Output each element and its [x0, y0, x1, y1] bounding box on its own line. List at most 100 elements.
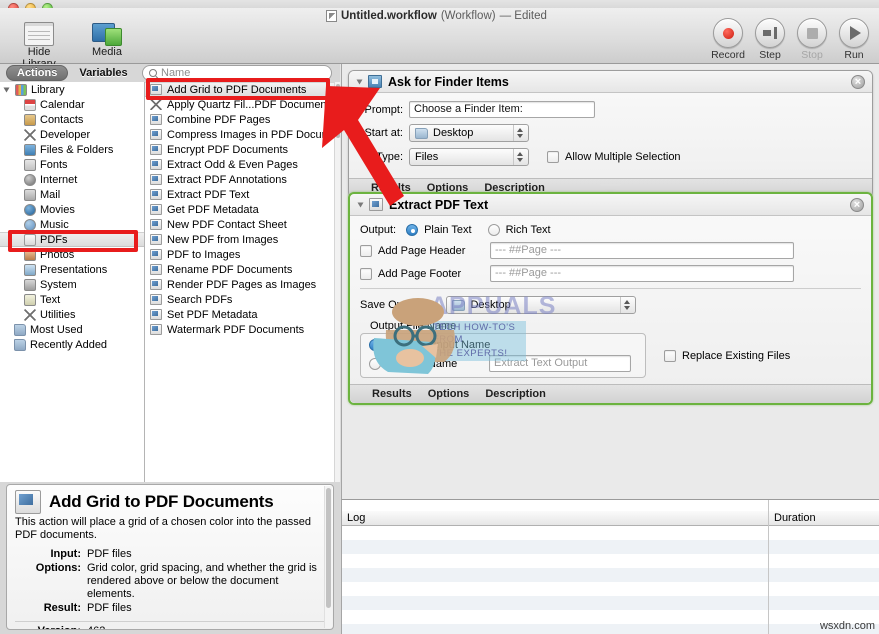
add-page-footer-checkbox[interactable] — [360, 268, 372, 280]
action-list-item-label: New PDF Contact Sheet — [167, 219, 287, 231]
library-item-developer[interactable]: Developer — [0, 127, 144, 142]
action-header[interactable]: Ask for Finder Items × — [349, 71, 872, 93]
library-item-calendar[interactable]: Calendar — [0, 97, 144, 112]
action-list[interactable]: Add Grid to PDF DocumentsApply Quartz Fi… — [145, 82, 334, 482]
scrollbar-thumb[interactable] — [336, 84, 340, 138]
log-column-header[interactable]: Log — [342, 511, 769, 525]
duration-column-header[interactable]: Duration — [769, 511, 879, 525]
quartz-filter-icon — [150, 99, 162, 110]
library-item-photos[interactable]: Photos — [0, 247, 144, 262]
add-page-header-checkbox[interactable] — [360, 245, 372, 257]
log-row[interactable] — [342, 610, 879, 624]
library-item-fonts[interactable]: Fonts — [0, 157, 144, 172]
library-item-movies[interactable]: Movies — [0, 202, 144, 217]
log-row[interactable] — [342, 596, 879, 610]
action-list-item[interactable]: Set PDF Metadata — [145, 307, 334, 322]
search-input[interactable] — [161, 67, 325, 79]
action-list-item[interactable]: Rename PDF Documents — [145, 262, 334, 277]
library-item-contacts[interactable]: Contacts — [0, 112, 144, 127]
log-row[interactable] — [342, 624, 879, 634]
library-item-presentations[interactable]: Presentations — [0, 262, 144, 277]
library-item-internet[interactable]: Internet — [0, 172, 144, 187]
tab-options[interactable]: Options — [428, 388, 470, 400]
add-page-footer-label: Add Page Footer — [378, 268, 484, 280]
log-row[interactable] — [342, 582, 879, 596]
record-button[interactable]: Record — [711, 18, 745, 61]
prompt-input[interactable]: Choose a Finder Item: — [409, 101, 595, 118]
library-item-recently-added[interactable]: Recently Added — [0, 337, 144, 352]
action-list-item[interactable]: Apply Quartz Fil...PDF Documents — [145, 97, 334, 112]
description-title: Add Grid to PDF Documents — [49, 492, 274, 512]
action-list-item[interactable]: PDF to Images — [145, 247, 334, 262]
library-item-most-used[interactable]: Most Used — [0, 322, 144, 337]
type-popup[interactable]: Files — [409, 148, 529, 166]
search-field[interactable] — [142, 65, 332, 81]
log-rows[interactable] — [342, 526, 879, 634]
action-list-item[interactable]: New PDF from Images — [145, 232, 334, 247]
pdf-action-icon — [15, 490, 41, 514]
tab-description[interactable]: Description — [485, 388, 546, 400]
stop-button[interactable]: Stop — [795, 18, 829, 61]
action-list-item[interactable]: Add Grid to PDF Documents — [145, 82, 334, 97]
action-list-item[interactable]: Get PDF Metadata — [145, 202, 334, 217]
tab-actions[interactable]: Actions — [6, 65, 68, 81]
output-label: Output: — [360, 224, 396, 236]
action-list-item[interactable]: Encrypt PDF Documents — [145, 142, 334, 157]
library-item-music[interactable]: Music — [0, 217, 144, 232]
close-icon[interactable]: × — [850, 198, 864, 212]
allow-multiple-selection-checkbox[interactable] — [547, 151, 559, 163]
library-item-system[interactable]: System — [0, 277, 144, 292]
plain-text-radio[interactable] — [406, 224, 418, 236]
close-icon[interactable]: × — [851, 75, 865, 89]
library-item-pdfs[interactable]: PDFs — [0, 232, 144, 247]
library-item-utilities[interactable]: Utilities — [0, 307, 144, 322]
action-header[interactable]: Extract PDF Text × — [350, 194, 871, 216]
library-item-library[interactable]: Library — [0, 82, 144, 97]
disclosure-triangle-icon[interactable] — [4, 87, 10, 92]
tab-results[interactable]: Results — [372, 388, 412, 400]
rich-text-radio[interactable] — [488, 224, 500, 236]
action-list-item[interactable]: New PDF Contact Sheet — [145, 217, 334, 232]
action-list-item[interactable]: Combine PDF Pages — [145, 112, 334, 127]
library-item-label: Internet — [40, 174, 77, 186]
library-item-mail[interactable]: Mail — [0, 187, 144, 202]
library-item-files-folders[interactable]: Files & Folders — [0, 142, 144, 157]
action-list-item[interactable]: Extract PDF Annotations — [145, 172, 334, 187]
library-item-label: System — [40, 279, 77, 291]
log-row[interactable] — [342, 554, 879, 568]
action-list-item[interactable]: Compress Images in PDF Documents — [145, 127, 334, 142]
library-category-list[interactable]: LibraryCalendarContactsDeveloperFiles & … — [0, 82, 145, 482]
action-list-item[interactable]: Watermark PDF Documents — [145, 322, 334, 337]
scrollbar-thumb[interactable] — [326, 488, 331, 608]
action-list-item[interactable]: Search PDFs — [145, 292, 334, 307]
log-row[interactable] — [342, 526, 879, 540]
pdf-action-icon — [150, 219, 162, 230]
page-header-input[interactable]: --- ##Page --- — [490, 242, 794, 259]
log-row[interactable] — [342, 540, 879, 554]
hide-library-button[interactable]: Hide Library — [10, 18, 68, 70]
tab-variables[interactable]: Variables — [68, 65, 138, 81]
page-footer-input[interactable]: --- ##Page --- — [490, 265, 794, 282]
action-list-item[interactable]: Extract PDF Text — [145, 187, 334, 202]
action-list-item-label: Extract Odd & Even Pages — [167, 159, 298, 171]
start-at-popup[interactable]: Desktop — [409, 124, 529, 142]
log-row[interactable] — [342, 568, 879, 582]
workflow-action-ask-for-finder-items[interactable]: Ask for Finder Items × Prompt: Choose a … — [348, 70, 873, 198]
action-divider — [360, 288, 861, 289]
description-scrollbar[interactable] — [324, 486, 332, 628]
library-item-text[interactable]: Text — [0, 292, 144, 307]
custom-name-input[interactable]: Extract Text Output — [489, 355, 631, 372]
action-list-scrollbar[interactable] — [334, 82, 340, 482]
run-button[interactable]: Run — [837, 18, 871, 61]
chevron-down-icon[interactable] — [358, 202, 364, 207]
document-edited-state: — Edited — [500, 10, 547, 22]
replace-existing-files-checkbox[interactable] — [664, 350, 676, 362]
step-button[interactable]: Step — [753, 18, 787, 61]
chevron-down-icon[interactable] — [357, 79, 363, 84]
log-header: Log Duration — [342, 511, 879, 526]
action-list-item[interactable]: Render PDF Pages as Images — [145, 277, 334, 292]
mail-icon — [24, 189, 36, 201]
media-button[interactable]: Media — [78, 18, 136, 70]
plain-text-label: Plain Text — [424, 224, 472, 236]
action-list-item[interactable]: Extract Odd & Even Pages — [145, 157, 334, 172]
